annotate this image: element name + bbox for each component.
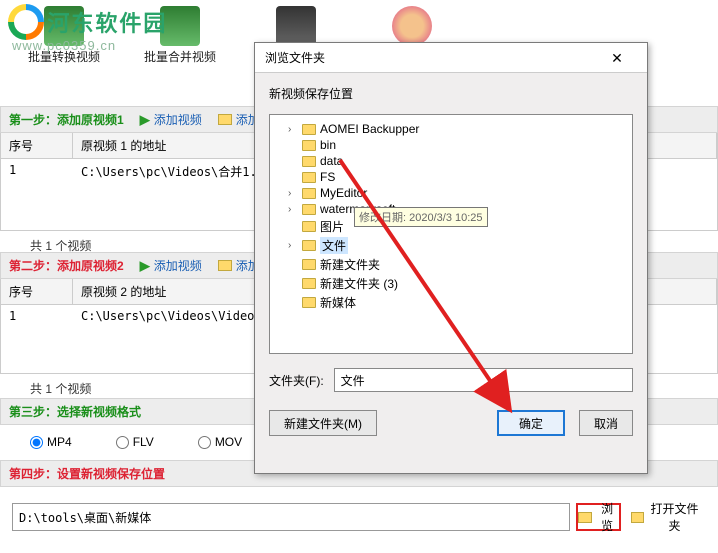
- folder-icon: [302, 259, 316, 270]
- format-mov[interactable]: MOV: [198, 435, 242, 449]
- folder-icon: [218, 260, 232, 271]
- cut-icon: [276, 6, 316, 46]
- tree-item-label: FS: [320, 170, 335, 184]
- plus-icon: ▶: [140, 112, 150, 128]
- tree-item[interactable]: › 文件: [274, 236, 628, 255]
- tree-item[interactable]: › MyEditor: [274, 185, 628, 201]
- savepath-area: 浏览 打开文件夹: [0, 487, 718, 547]
- site-title: 河东软件园: [47, 11, 167, 36]
- folder-name-row: 文件夹(F):: [255, 358, 647, 402]
- radio-flv[interactable]: [116, 436, 129, 449]
- open-folder-button[interactable]: 打开文件夹: [627, 503, 706, 531]
- folder-label: 文件夹(F):: [269, 372, 324, 389]
- folder-icon: [578, 512, 592, 523]
- tree-item[interactable]: › AOMEI Backupper: [274, 121, 628, 137]
- folder-icon: [302, 188, 316, 199]
- tree-item-label: 新建文件夹 (3): [320, 275, 398, 292]
- tree-item[interactable]: bin: [274, 137, 628, 153]
- tree-item-label: MyEditor: [320, 186, 367, 200]
- browse-label: 浏览: [595, 500, 619, 534]
- dialog-title: 浏览文件夹: [265, 43, 325, 73]
- tree-item-label: AOMEI Backupper: [320, 122, 419, 136]
- format-mov-label: MOV: [215, 435, 242, 449]
- step1-add-video[interactable]: ▶添加视频: [140, 111, 202, 128]
- tree-item[interactable]: 新建文件夹 (3): [274, 274, 628, 293]
- tree-item-label: 图片: [320, 218, 344, 235]
- format-flv-label: FLV: [133, 435, 154, 449]
- step1-row-idx: 1: [1, 159, 73, 184]
- folder-icon: [631, 512, 644, 523]
- folder-icon: [302, 297, 316, 308]
- savepath-input[interactable]: [12, 503, 570, 531]
- folder-icon: [302, 278, 316, 289]
- dialog-titlebar: 浏览文件夹 ✕: [255, 43, 647, 73]
- dialog-subtitle: 新视频保存位置: [255, 73, 647, 110]
- step3-label: 第三步：选择新视频格式: [9, 403, 141, 420]
- radio-mp4[interactable]: [30, 436, 43, 449]
- folder-icon: [302, 204, 316, 215]
- folder-name-input[interactable]: [334, 368, 633, 392]
- folder-icon: [302, 172, 316, 183]
- tree-item[interactable]: 新建文件夹: [274, 255, 628, 274]
- tree-item-label: 新建文件夹: [320, 256, 380, 273]
- tree-item-label: data: [320, 154, 343, 168]
- ok-button[interactable]: 确定: [497, 410, 565, 436]
- tree-item[interactable]: 新媒体: [274, 293, 628, 312]
- people-icon: [392, 6, 432, 46]
- format-flv[interactable]: FLV: [116, 435, 154, 449]
- step1-col-idx[interactable]: 序号: [1, 133, 73, 158]
- tree-item[interactable]: FS: [274, 169, 628, 185]
- tree-item-label: 文件: [320, 237, 348, 254]
- format-mp4[interactable]: MP4: [30, 435, 72, 449]
- radio-mov[interactable]: [198, 436, 211, 449]
- tree-item-label: bin: [320, 138, 336, 152]
- step2-row-idx: 1: [1, 305, 73, 327]
- browse-folder-dialog: 浏览文件夹 ✕ 新视频保存位置 修改日期: 2020/3/3 10:25 › AO…: [254, 42, 648, 474]
- step2-col-idx[interactable]: 序号: [1, 279, 73, 304]
- site-url: www.pc0359.cn: [12, 38, 167, 53]
- folder-icon: [218, 114, 232, 125]
- dialog-buttons: 新建文件夹(M) 确定 取消: [255, 402, 647, 450]
- site-watermark: 河东软件园 www.pc0359.cn: [8, 4, 167, 53]
- step2-add-label: 添加视频: [154, 257, 202, 274]
- chevron-icon: ›: [288, 124, 298, 135]
- step1-add-label: 添加视频: [154, 111, 202, 128]
- folder-icon: [302, 240, 316, 251]
- close-icon[interactable]: ✕: [597, 43, 637, 73]
- folder-icon: [302, 140, 316, 151]
- browse-button[interactable]: 浏览: [576, 503, 621, 531]
- step2-add-video[interactable]: ▶添加视频: [140, 257, 202, 274]
- cancel-button[interactable]: 取消: [579, 410, 633, 436]
- tooltip: 修改日期: 2020/3/3 10:25: [354, 207, 488, 227]
- chevron-icon: ›: [288, 204, 298, 215]
- site-logo: [8, 4, 44, 40]
- step1-label: 第一步：添加原视频1: [9, 111, 124, 128]
- step4-label: 第四步：设置新视频保存位置: [9, 465, 165, 482]
- chevron-icon: ›: [288, 188, 298, 199]
- open-folder-label: 打开文件夹: [647, 500, 702, 534]
- folder-icon: [302, 124, 316, 135]
- tree-item-label: 新媒体: [320, 294, 356, 311]
- folder-icon: [302, 156, 316, 167]
- folder-tree[interactable]: 修改日期: 2020/3/3 10:25 › AOMEI Backupper bin…: [269, 114, 633, 354]
- format-mp4-label: MP4: [47, 435, 72, 449]
- chevron-icon: ›: [288, 240, 298, 251]
- new-folder-button[interactable]: 新建文件夹(M): [269, 410, 377, 436]
- step2-label: 第二步：添加原视频2: [9, 257, 124, 274]
- tree-item[interactable]: data: [274, 153, 628, 169]
- plus-icon: ▶: [140, 258, 150, 274]
- folder-icon: [302, 221, 316, 232]
